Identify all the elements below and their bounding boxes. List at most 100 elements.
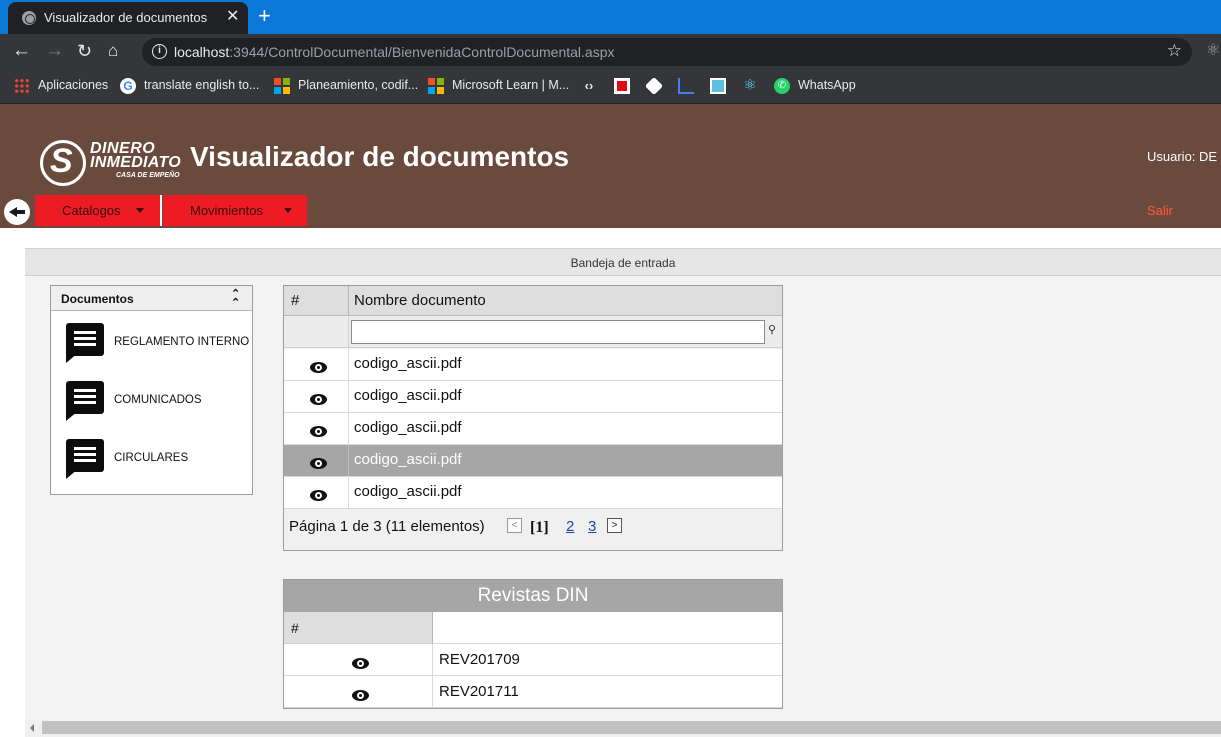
doc-category-circulares[interactable]: CIRCULARES [63, 439, 248, 483]
bookmark-apps[interactable]: Aplicaciones [14, 77, 108, 97]
bookmark-translate[interactable]: Gtranslate english to... [120, 77, 259, 97]
doc-category-label: CIRCULARES [114, 452, 189, 464]
logo-text-line2: INMEDIATO [90, 154, 181, 171]
user-label: Usuario: DE [1147, 149, 1218, 164]
scroll-left-icon[interactable] [30, 724, 34, 732]
bookmark-chart[interactable] [678, 77, 702, 97]
view-cell [284, 381, 349, 412]
table-row[interactable]: REV201711 [284, 676, 782, 708]
browser-tab[interactable]: Visualizador de documentos ✕ [8, 2, 248, 34]
eye-icon[interactable] [310, 362, 327, 373]
logout-link[interactable]: Salir [1147, 203, 1173, 218]
table-row[interactable]: codigo_ascii.pdf [284, 413, 782, 445]
site-header: S DINERO INMEDIATO CASA DE EMPEÑO Visual… [0, 104, 1221, 228]
magazine-name: REV201709 [439, 651, 520, 668]
filter-row: ⚲ [284, 317, 782, 348]
bookmark-red[interactable] [614, 77, 638, 97]
tab-title: Visualizador de documentos [44, 10, 208, 25]
table-row[interactable]: codigo_ascii.pdf [284, 477, 782, 509]
forward-arrow-icon[interactable]: → [45, 41, 64, 61]
close-tab-icon[interactable]: ✕ [226, 8, 239, 26]
menu-separator [160, 195, 162, 226]
column-header-hash[interactable]: # [284, 612, 433, 644]
pager-prev-icon[interactable]: < [507, 518, 522, 533]
whatsapp-icon: ✆ [774, 77, 790, 94]
browser-toolbar: ← → ↻ ⌂ i localhost:3944/ControlDocument… [0, 34, 1221, 70]
name-filter-input[interactable] [351, 320, 765, 344]
company-logo: S DINERO INMEDIATO CASA DE EMPEÑO [40, 140, 185, 186]
bookmark-code[interactable]: ‹› [581, 77, 605, 97]
pager-page-3[interactable]: 3 [588, 518, 596, 535]
view-cell [284, 413, 349, 444]
eye-icon[interactable] [310, 426, 327, 437]
document-name: codigo_ascii.pdf [354, 355, 462, 372]
column-header-empty [433, 612, 782, 644]
magazine-name: REV201711 [439, 683, 519, 700]
magazines-grid: Revistas DIN # REV201709 REV201711 [283, 579, 783, 709]
reload-icon[interactable]: ↻ [77, 41, 92, 61]
collapse-chevrons-icon[interactable]: ⌃ ⌃ [231, 289, 240, 309]
scrollbar-thumb[interactable] [42, 721, 1221, 734]
page-title: Visualizador de documentos [190, 141, 570, 172]
documents-grid: # Nombre documento ⚲ codigo_ascii.pdf co… [283, 285, 783, 551]
home-icon[interactable]: ⌂ [108, 41, 118, 61]
eye-icon[interactable] [352, 658, 369, 669]
caret-down-icon [136, 208, 144, 213]
bookmarks-bar: Aplicaciones Gtranslate english to... Pl… [0, 70, 1221, 104]
bookmark-react[interactable]: ⚛ [742, 77, 766, 97]
view-cell [284, 349, 349, 380]
speech-bubble-icon [66, 323, 104, 363]
google-icon: G [120, 77, 136, 94]
react-icon: ⚛ [743, 76, 757, 94]
logo-text-line3: CASA DE EMPEÑO [116, 172, 180, 179]
address-bar[interactable]: i localhost:3944/ControlDocumental/Bienv… [142, 38, 1192, 66]
new-tab-button[interactable]: + [258, 4, 271, 28]
inbox-title-bar: Bandeja de entrada [25, 248, 1221, 276]
eye-icon[interactable] [310, 458, 327, 469]
grid-header: # Nombre documento [284, 286, 782, 316]
document-name: codigo_ascii.pdf [354, 387, 462, 404]
doc-category-comunicados[interactable]: COMUNICADOS [63, 381, 248, 425]
microsoft-icon [428, 77, 444, 94]
url-text[interactable]: localhost:3944/ControlDocumental/Bienven… [174, 44, 614, 60]
caret-down-icon [284, 208, 292, 213]
pager-page-2[interactable]: 2 [566, 518, 574, 535]
menu-movimientos[interactable]: Movimientos [163, 195, 307, 226]
extension-icon[interactable]: ⚛ [1206, 40, 1220, 60]
horizontal-scrollbar[interactable] [25, 720, 1221, 737]
speech-bubble-icon [66, 439, 104, 479]
speech-bubble-icon [66, 381, 104, 421]
documents-panel: Documentos ⌃ ⌃ REGLAMENTO INTERNO COMUNIC… [50, 285, 253, 495]
view-cell [284, 644, 433, 675]
apps-grid-icon [14, 77, 30, 94]
pager-summary: Página 1 de 3 (11 elementos) [289, 518, 485, 535]
table-row[interactable]: REV201709 [284, 644, 782, 676]
bookmark-microsoft-learn[interactable]: Microsoft Learn | M... [428, 77, 569, 97]
bookmark-blue[interactable] [710, 77, 734, 97]
filter-funnel-icon[interactable]: ⚲ [768, 325, 776, 336]
view-cell [284, 477, 349, 508]
browser-tab-strip: Visualizador de documentos ✕ + [0, 0, 1221, 34]
column-header-hash[interactable]: # [284, 286, 349, 316]
bookmark-star-icon[interactable]: ☆ [1167, 41, 1182, 61]
back-arrow-icon[interactable]: ← [12, 41, 31, 61]
back-circle-icon[interactable] [4, 199, 30, 225]
eye-icon[interactable] [310, 490, 327, 501]
eye-icon[interactable] [310, 394, 327, 405]
pager-next-icon[interactable]: > [607, 518, 622, 533]
info-icon[interactable]: i [152, 44, 167, 59]
cube-icon [644, 76, 664, 95]
table-row-selected[interactable]: codigo_ascii.pdf [284, 445, 782, 477]
column-header-name[interactable]: Nombre documento [354, 286, 486, 316]
table-row[interactable]: codigo_ascii.pdf [284, 381, 782, 413]
bookmark-whatsapp[interactable]: ✆ WhatsApp [774, 77, 856, 97]
bookmark-planeamiento[interactable]: Planeamiento, codif... [274, 77, 418, 97]
logo-s-mark: S [50, 142, 73, 180]
documents-panel-header[interactable]: Documentos ⌃ ⌃ [51, 286, 252, 311]
menu-catalogos[interactable]: Catalogos [35, 195, 160, 226]
table-row[interactable]: codigo_ascii.pdf [284, 349, 782, 381]
eye-icon[interactable] [352, 690, 369, 701]
pager: Página 1 de 3 (11 elementos) < [1] 2 3 > [289, 518, 779, 540]
doc-category-reglamento[interactable]: REGLAMENTO INTERNO [63, 323, 249, 367]
bookmark-box[interactable] [644, 76, 670, 97]
